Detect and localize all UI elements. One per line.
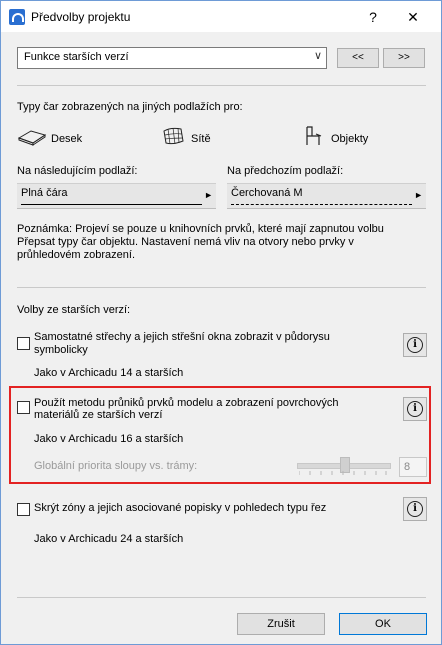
triangle-right-icon: ► [204,190,213,200]
preferences-dialog: Předvolby projektu ? ✕ Funkce starších v… [0,0,442,645]
previous-story-label: Na předchozím podlaží: [227,165,344,177]
chair-icon [306,126,322,145]
title-bar: Předvolby projektu ? ✕ [1,1,441,32]
priority-label: Globální priorita sloupy vs. trámy: [34,460,198,472]
mesh-icon [163,127,184,145]
mode-label-mesh: Sítě [191,133,211,145]
divider [17,597,426,598]
legacy-intersection-checkbox[interactable] [17,401,30,414]
separate-roofs-checkbox[interactable] [17,337,30,350]
close-button[interactable]: ✕ [401,6,425,28]
cancel-button[interactable]: Zrušit [237,613,325,635]
next-story-label: Na následujícím podlaží: [17,165,138,177]
option-2-label-line-2: materiálů ze starších verzí [34,409,163,421]
mode-label-objects: Objekty [331,133,369,145]
option-3-sub-label: Jako v Archicadu 24 a starších [34,533,184,545]
hide-zones-checkbox[interactable] [17,503,30,516]
option-1-label-line-2: symbolicky [34,344,88,356]
dropdown-value: Funkce starších verzí [24,51,129,63]
line-types-heading: Typy čar zobrazených na jiných podlažích… [17,101,243,113]
previous-story-line-type-value: Čerchovaná M [231,187,303,199]
priority-value-field[interactable]: 8 [399,457,427,477]
dash-dot-line-preview [231,204,412,205]
window-title: Předvolby projektu [31,10,131,24]
help-button[interactable]: ? [361,6,385,28]
option-1-sub-label: Jako v Archicadu 14 a starších [34,367,184,379]
next-story-line-type-value: Plná čára [21,187,68,199]
ok-button[interactable]: OK [339,613,427,635]
slab-icon [17,130,47,146]
option-1-label-line-1: Samostatné střechy a jejich střešní okna… [34,331,330,343]
next-story-line-type-selector[interactable]: Plná čára ► [17,183,216,209]
archicad-app-icon [9,9,25,25]
info-icon: i [407,337,423,353]
previous-page-button[interactable]: << [337,48,379,68]
option-2-label-line-1: Použít metodu průniků prvků modelu a zob… [34,397,339,409]
info-icon: i [407,501,423,517]
solid-line-preview [21,204,202,205]
note-line-3: průhledovém zobrazení. [17,249,136,261]
previous-story-line-type-selector[interactable]: Čerchovaná M ► [227,183,426,209]
priority-value: 8 [404,461,411,473]
priority-slider-ticks [299,471,387,475]
next-page-button[interactable]: >> [383,48,425,68]
divider [17,85,426,86]
note-line-1: Poznámka: Projeví se pouze u knihovních … [17,223,384,235]
triangle-right-icon: ► [414,190,423,200]
mode-label-slab: Desek [51,133,83,145]
info-icon: i [407,401,423,417]
legacy-options-heading: Volby ze starších verzí: [17,304,131,316]
note-line-2: Přepsat typy čar objektu. Nastavení nemá… [17,236,354,248]
option-3-label-line-1: Skrýt zóny a jejich asociované popisky v… [34,502,327,514]
option-3-info-button[interactable]: i [403,497,427,521]
preferences-page-dropdown[interactable]: Funkce starších verzí ∨ [17,47,327,69]
option-2-info-button[interactable]: i [403,397,427,421]
option-1-info-button[interactable]: i [403,333,427,357]
divider [17,287,426,288]
option-2-sub-label: Jako v Archicadu 16 a starších [34,433,184,445]
chevron-down-icon: ∨ [313,50,322,62]
